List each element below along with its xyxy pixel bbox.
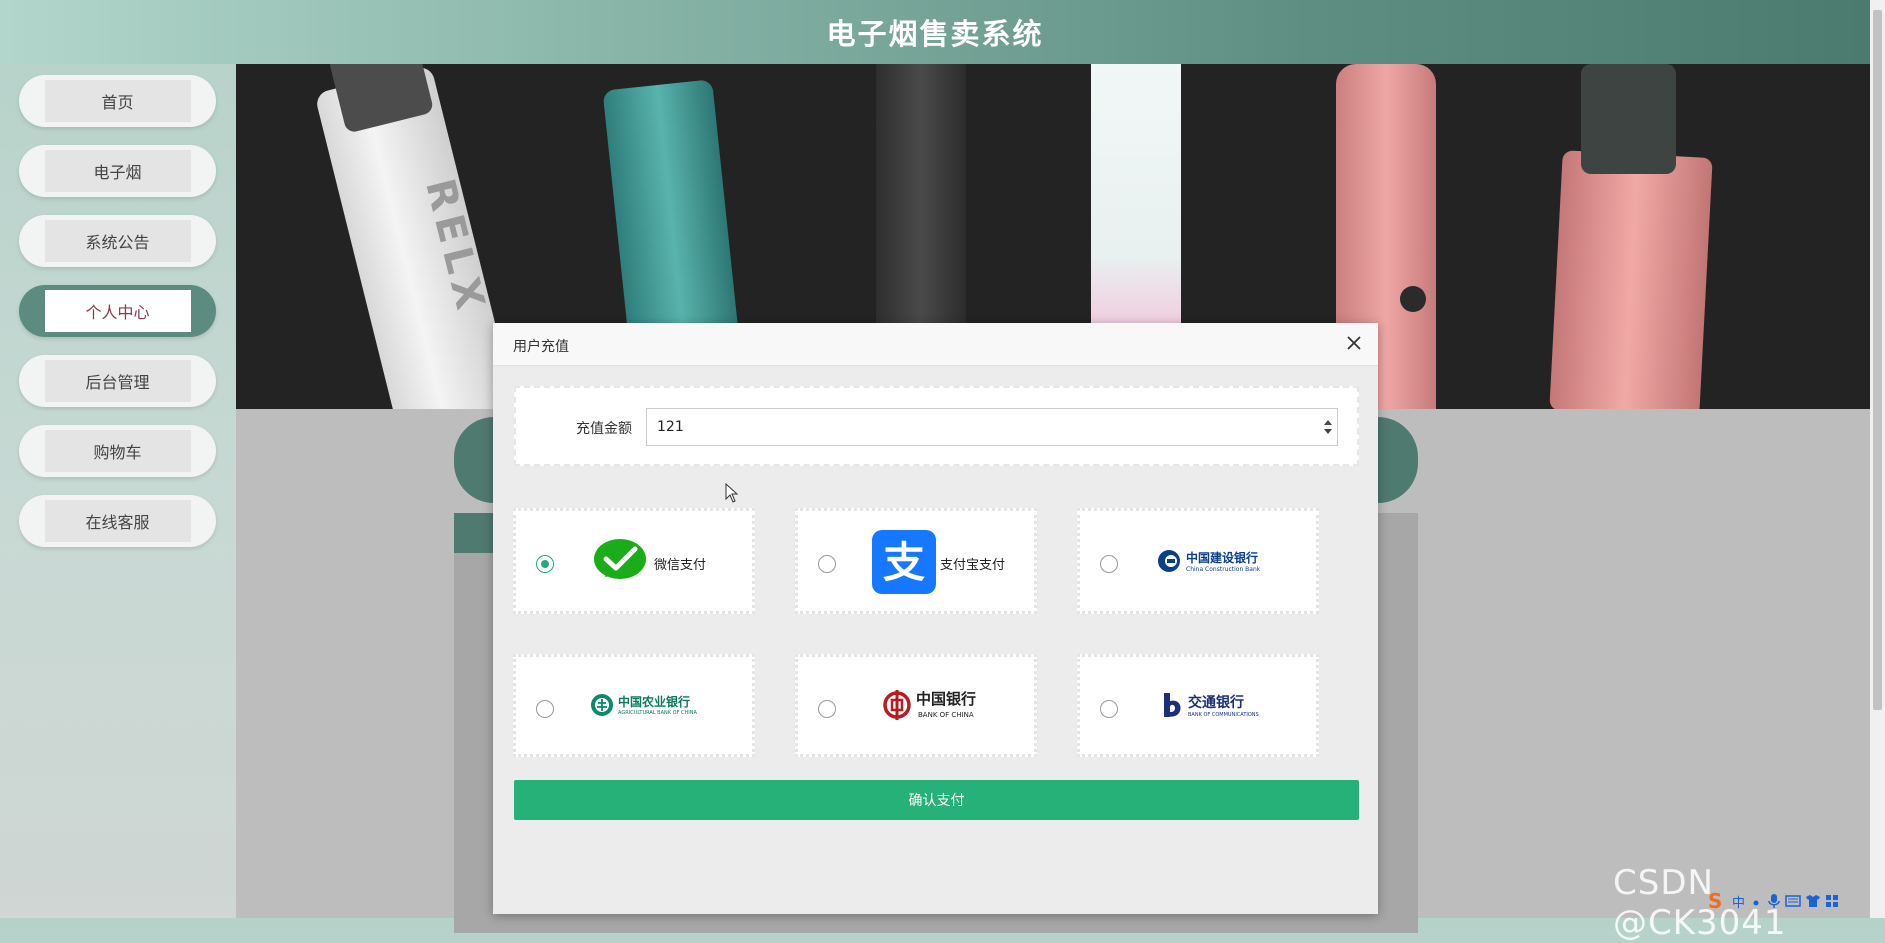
bocom-sublabel: BANK OF COMMUNICATIONS bbox=[1188, 712, 1259, 718]
alipay-label: 支付宝支付 bbox=[940, 558, 1006, 573]
mouse-cursor-icon bbox=[725, 483, 739, 503]
sidebar-item-label: 购物车 bbox=[44, 430, 191, 472]
skin-shirt-icon[interactable] bbox=[1805, 894, 1821, 908]
amount-section: 充值金额 bbox=[514, 386, 1359, 466]
sidebar-item-label: 电子烟 bbox=[44, 150, 191, 192]
dialog-title: 用户充值 bbox=[513, 339, 569, 355]
radio-wechat[interactable] bbox=[536, 555, 554, 573]
payment-option-alipay[interactable]: 支 支付宝支付 bbox=[795, 508, 1037, 614]
ime-lang-label[interactable]: 中 bbox=[1732, 892, 1745, 911]
radio-bocom[interactable] bbox=[1100, 700, 1118, 718]
scrollbar-thumb[interactable] bbox=[1873, 10, 1882, 710]
payment-option-abc[interactable]: 中国农业银行 AGRICULTURAL BANK OF CHINA bbox=[513, 654, 755, 757]
sidebar-item-personal-center[interactable]: 个人中心 bbox=[19, 285, 216, 337]
svg-text:S: S bbox=[1708, 891, 1722, 911]
amount-input[interactable] bbox=[646, 408, 1338, 446]
ccb-logo-icon bbox=[1158, 550, 1180, 572]
confirm-payment-button[interactable]: 确认支付 bbox=[514, 780, 1359, 820]
keyboard-icon[interactable] bbox=[1785, 894, 1801, 908]
radio-abc[interactable] bbox=[536, 700, 554, 718]
pen-pink-2 bbox=[1549, 150, 1713, 409]
radio-alipay[interactable] bbox=[818, 555, 836, 573]
abc-label: 中国农业银行 bbox=[618, 695, 691, 709]
sidebar-item-admin[interactable]: 后台管理 bbox=[19, 355, 216, 407]
ccb-label: 中国建设银行 bbox=[1186, 551, 1259, 565]
payment-option-bocom[interactable]: 交通银行 BANK OF COMMUNICATIONS bbox=[1077, 654, 1319, 757]
payment-option-boc[interactable]: 中国银行 BANK OF CHINA bbox=[795, 654, 1037, 757]
payment-option-wechat[interactable]: 微信支付 bbox=[513, 508, 755, 614]
payment-option-ccb[interactable]: 中国建设银行 China Construction Bank bbox=[1077, 508, 1319, 614]
bocom-label: 交通银行 bbox=[1188, 695, 1244, 711]
close-icon[interactable] bbox=[1344, 333, 1364, 353]
sidebar-item-home[interactable]: 首页 bbox=[19, 75, 216, 127]
boc-logo-icon bbox=[883, 690, 911, 720]
stepper-arrows-icon[interactable] bbox=[1323, 419, 1333, 435]
app-title: 电子烟售卖系统 bbox=[826, 17, 1044, 51]
boc-label: 中国银行 bbox=[916, 690, 977, 708]
page-scrollbar[interactable] bbox=[1870, 0, 1885, 918]
ime-toolbar[interactable]: S 中 bbox=[1706, 890, 1878, 912]
sidebar-nav: 首页 电子烟 系统公告 个人中心 后台管理 购物车 在线客服 bbox=[0, 64, 236, 918]
boc-sublabel: BANK OF CHINA bbox=[918, 711, 974, 719]
toolbox-grid-icon[interactable] bbox=[1825, 894, 1839, 908]
amount-label: 充值金额 bbox=[576, 421, 632, 437]
wechat-pay-label: 微信支付 bbox=[654, 558, 707, 573]
sidebar-item-customer-service[interactable]: 在线客服 bbox=[19, 495, 216, 547]
svg-text:支: 支 bbox=[883, 538, 925, 587]
wechat-pay-icon bbox=[594, 539, 646, 579]
app-header: 电子烟售卖系统 bbox=[0, 0, 1870, 64]
sogou-s-icon[interactable]: S bbox=[1706, 891, 1728, 911]
pen-pink-2-tip bbox=[1581, 64, 1676, 174]
sidebar-item-label: 个人中心 bbox=[44, 290, 191, 332]
sidebar-item-label: 首页 bbox=[44, 80, 191, 122]
radio-boc[interactable] bbox=[818, 700, 836, 718]
bocom-logo-icon bbox=[1164, 693, 1181, 717]
pen-pink-1-dot bbox=[1400, 286, 1426, 312]
sidebar-item-label: 后台管理 bbox=[44, 360, 191, 402]
sidebar-item-ecigarette[interactable]: 电子烟 bbox=[19, 145, 216, 197]
microphone-icon[interactable] bbox=[1767, 893, 1781, 909]
sidebar-item-announcements[interactable]: 系统公告 bbox=[19, 215, 216, 267]
radio-ccb[interactable] bbox=[1100, 555, 1118, 573]
dialog-header: 用户充值 bbox=[493, 323, 1378, 366]
abc-sublabel: AGRICULTURAL BANK OF CHINA bbox=[618, 710, 697, 716]
alipay-icon: 支 bbox=[872, 530, 936, 594]
sidebar-item-label: 在线客服 bbox=[44, 500, 191, 542]
recharge-dialog: 用户充值 充值金额 微信支付 支 支付宝支付 bbox=[493, 323, 1378, 914]
sidebar-item-cart[interactable]: 购物车 bbox=[19, 425, 216, 477]
abc-logo-icon bbox=[591, 694, 613, 716]
sidebar-item-label: 系统公告 bbox=[44, 220, 191, 262]
ccb-sublabel: China Construction Bank bbox=[1186, 566, 1261, 573]
punctuation-icon[interactable] bbox=[1749, 894, 1763, 908]
